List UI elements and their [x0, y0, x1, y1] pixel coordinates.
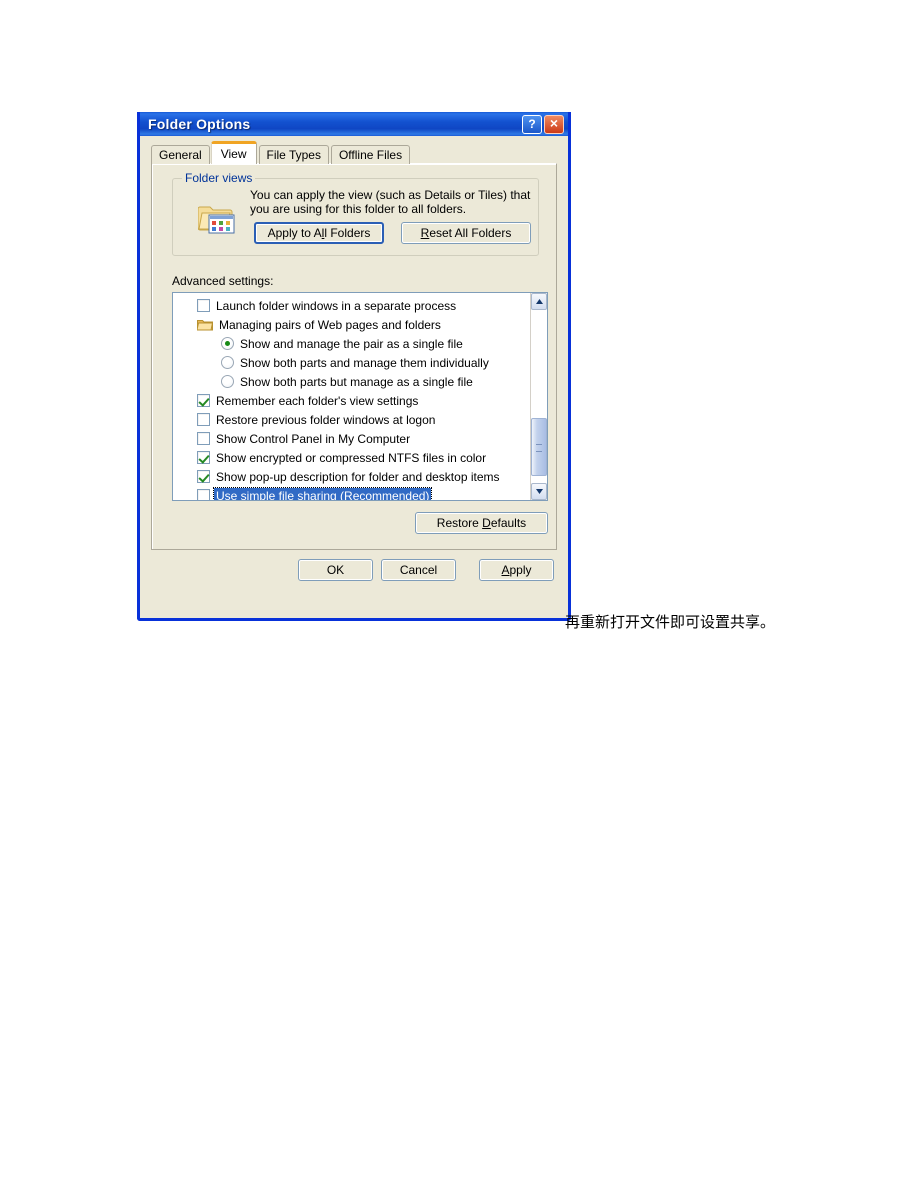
tab-strip: General View File Types Offline Files — [151, 141, 412, 164]
cancel-button[interactable]: Cancel — [381, 559, 456, 581]
apply-button[interactable]: Apply — [479, 559, 554, 581]
list-item-label: Show pop-up description for folder and d… — [216, 469, 500, 484]
cancel-label: Cancel — [399, 563, 438, 577]
title-bar[interactable]: Folder Options ? × — [140, 112, 568, 136]
list-item[interactable]: Launch folder windows in a separate proc… — [173, 296, 530, 315]
apply-to-all-folders-button[interactable]: Apply to All Folders — [254, 222, 384, 244]
list-item[interactable]: Remember each folder's view settings — [173, 391, 530, 410]
close-glyph: × — [549, 115, 559, 131]
folder-views-group: Folder views You can apply the view (suc… — [172, 171, 539, 256]
continuation-text: 再重新打开文件即可设置共享。 — [565, 613, 776, 631]
tab-view[interactable]: View — [210, 141, 257, 164]
restore-defaults-label: Restore Defaults — [436, 516, 527, 530]
view-tab-panel: Folder views You can apply the view (suc… — [151, 163, 557, 550]
scrollbar-track[interactable] — [531, 310, 547, 483]
document-body-text: 再重新打开文件即可设置共享。 — [135, 608, 795, 637]
list-item[interactable]: Show Control Panel in My Computer — [173, 429, 530, 448]
advanced-settings-rows: Launch folder windows in a separate proc… — [173, 293, 530, 500]
checkbox-icon[interactable] — [197, 394, 210, 407]
help-glyph: ? — [528, 117, 536, 131]
radio-icon[interactable] — [221, 375, 234, 388]
list-item-label: Show and manage the pair as a single fil… — [240, 336, 463, 351]
list-item-label: Show both parts but manage as a single f… — [240, 374, 473, 389]
advanced-settings-listbox[interactable]: Launch folder windows in a separate proc… — [172, 292, 548, 501]
reset-all-folders-button[interactable]: Reset All Folders — [401, 222, 531, 244]
checkbox-icon[interactable] — [197, 413, 210, 426]
list-item-label: Use simple file sharing (Recommended) — [212, 486, 433, 500]
list-item[interactable]: Show and manage the pair as a single fil… — [173, 334, 530, 353]
apply-label: Apply — [501, 563, 532, 577]
radio-icon[interactable] — [221, 337, 234, 350]
list-item[interactable]: Restore previous folder windows at logon — [173, 410, 530, 429]
advanced-settings-label: Advanced settings: — [172, 274, 274, 288]
ok-label: OK — [326, 563, 345, 577]
reset-all-folders-label: Reset All Folders — [420, 226, 512, 240]
list-item-label: Show Control Panel in My Computer — [216, 431, 411, 446]
list-item[interactable]: Managing pairs of Web pages and folders — [173, 315, 530, 334]
scroll-down-icon[interactable] — [531, 483, 547, 500]
list-item[interactable]: Show pop-up description for folder and d… — [173, 467, 530, 486]
checkbox-icon[interactable] — [197, 489, 210, 500]
window-title: Folder Options — [148, 116, 251, 132]
dialog-button-bar: OK Cancel Apply — [140, 559, 568, 589]
scroll-up-icon[interactable] — [531, 293, 547, 310]
tab-view-label: View — [220, 147, 247, 161]
list-item-label: Restore previous folder windows at logon — [216, 412, 436, 427]
folder-icon — [196, 318, 214, 331]
tab-file-types[interactable]: File Types — [258, 145, 329, 164]
checkbox-icon[interactable] — [197, 470, 210, 483]
tab-general-label: General — [159, 148, 202, 162]
radio-icon[interactable] — [221, 356, 234, 369]
list-item[interactable]: Use simple file sharing (Recommended) — [173, 486, 530, 500]
advanced-settings-scrollbar[interactable] — [530, 293, 547, 500]
apply-to-all-folders-label: Apply to All Folders — [267, 226, 371, 240]
title-bar-buttons: ? × — [522, 114, 566, 134]
list-item[interactable]: Show both parts but manage as a single f… — [173, 372, 530, 391]
close-icon[interactable]: × — [544, 114, 564, 134]
restore-defaults-button[interactable]: Restore Defaults — [415, 512, 548, 534]
list-item-label: Launch folder windows in a separate proc… — [216, 298, 457, 313]
tab-offline-files[interactable]: Offline Files — [330, 145, 411, 164]
list-item[interactable]: Show both parts and manage them individu… — [173, 353, 530, 372]
scrollbar-thumb[interactable] — [531, 418, 547, 476]
tab-file-types-label: File Types — [266, 148, 321, 162]
checkbox-icon[interactable] — [197, 432, 210, 445]
list-item[interactable]: Show encrypted or compressed NTFS files … — [173, 448, 530, 467]
folder-views-legend: Folder views — [182, 171, 256, 185]
folder-options-dialog: Folder Options ? × General View File Typ… — [137, 112, 571, 621]
folder-view-icon — [197, 201, 236, 235]
list-item-label: Show encrypted or compressed NTFS files … — [216, 450, 487, 465]
list-item-label: Show both parts and manage them individu… — [240, 355, 489, 370]
checkbox-icon[interactable] — [197, 299, 210, 312]
tab-offline-files-label: Offline Files — [338, 148, 403, 162]
folder-views-description: You can apply the view (such as Details … — [250, 188, 531, 216]
list-item-label: Managing pairs of Web pages and folders — [219, 317, 441, 332]
ok-button[interactable]: OK — [298, 559, 373, 581]
tab-general[interactable]: General — [151, 145, 210, 164]
help-icon[interactable]: ? — [522, 114, 542, 134]
checkbox-icon[interactable] — [197, 451, 210, 464]
list-item-label: Remember each folder's view settings — [216, 393, 419, 408]
